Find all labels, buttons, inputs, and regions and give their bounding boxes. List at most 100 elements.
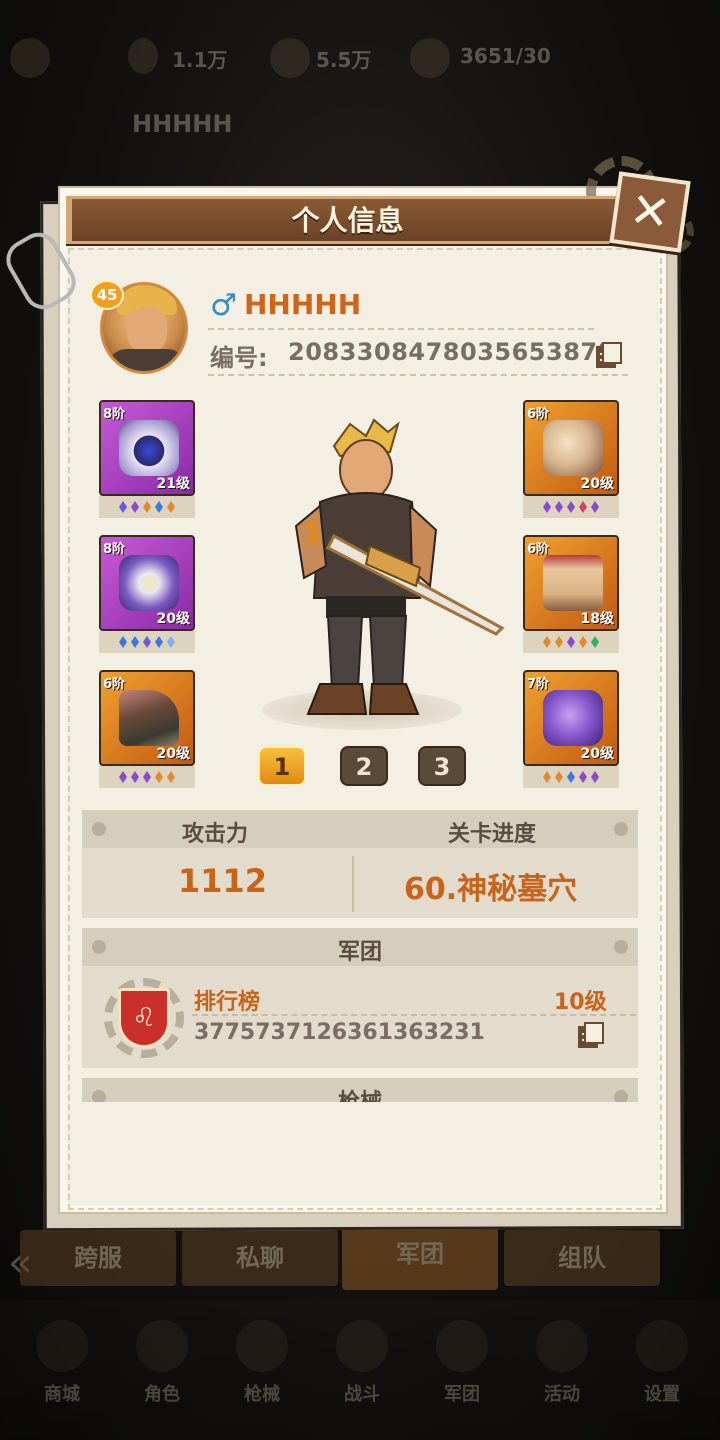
divider <box>208 328 594 330</box>
gem-row <box>523 631 619 653</box>
gem-icon <box>579 636 587 648</box>
gun-header: 枪械 <box>82 1078 638 1102</box>
legion-header: 军团 <box>82 928 638 966</box>
nav-event: 活动 <box>544 1384 580 1405</box>
bottom-nav: 商城 角色 枪械 战斗 军团 活动 设置 <box>0 1300 720 1440</box>
copy-id-icon[interactable] <box>596 342 622 368</box>
lion-shield-icon: ♌ <box>118 988 170 1048</box>
legion-header-title: 军团 <box>337 940 382 965</box>
gem-icon <box>143 771 151 783</box>
stage-value: 60.神秘墓穴 <box>404 872 578 907</box>
gun-icon <box>236 1320 288 1372</box>
equip-tier: 7阶 <box>527 677 550 692</box>
tab-team: 组队 <box>504 1230 660 1286</box>
gem-icon <box>155 771 163 783</box>
equip-slot-gauntlets[interactable]: 6阶 20级 <box>523 400 619 496</box>
equip-tier: 6阶 <box>103 677 126 692</box>
tab-private-chat: 私聊 <box>182 1230 338 1286</box>
gem-icon <box>591 501 599 513</box>
equip-tier: 6阶 <box>527 542 550 557</box>
attack-label: 攻击力 <box>182 822 249 847</box>
gem-row <box>99 766 195 788</box>
hud-res3: 3651/30 <box>460 44 551 68</box>
gem-icon <box>143 636 151 648</box>
close-icon: ✕ <box>626 181 674 243</box>
gem-icon <box>543 501 551 513</box>
gem-icon <box>591 771 599 783</box>
equip-level: 18级 <box>580 611 614 627</box>
preset-button-2[interactable]: 2 <box>340 746 388 786</box>
equip-tier: 6阶 <box>527 407 550 422</box>
gem-icon <box>579 771 587 783</box>
equip-slot-pants[interactable]: 6阶 18级 <box>523 535 619 631</box>
settings-icon <box>636 1320 688 1372</box>
nav-character: 角色 <box>144 1384 180 1405</box>
preset-button-1[interactable]: 1 <box>258 746 306 786</box>
bolt-icon <box>614 822 628 836</box>
gem-icon <box>555 501 563 513</box>
armor-icon <box>119 555 179 611</box>
nav-battle: 战斗 <box>344 1384 380 1405</box>
equip-slot-armor[interactable]: 8阶 20级 <box>99 535 195 631</box>
gem-icon <box>143 501 151 513</box>
gun-box: 枪械 <box>82 1078 638 1102</box>
equip-level: 20级 <box>156 746 190 762</box>
hud-avatar-icon <box>10 38 50 78</box>
divider <box>208 374 628 376</box>
gem-row <box>523 496 619 518</box>
bolt-icon <box>92 822 106 836</box>
gem-icon <box>567 501 575 513</box>
gem-icon <box>119 771 127 783</box>
equip-level: 20级 <box>580 746 614 762</box>
hero-character <box>294 418 505 715</box>
gem-icon <box>155 501 163 513</box>
gem-icon <box>579 501 587 513</box>
shop-icon <box>36 1320 88 1372</box>
legion-name[interactable]: 排行榜 <box>194 984 260 1016</box>
gem-icon <box>567 771 575 783</box>
equip-slot-helmet[interactable]: 8阶 21级 <box>99 400 195 496</box>
gem-icon <box>167 636 175 648</box>
pants-icon <box>543 555 603 611</box>
legion-level: 10级 <box>554 990 607 1015</box>
stamina-icon <box>410 38 450 78</box>
close-button[interactable]: ✕ <box>609 171 691 253</box>
gauntlet-icon <box>543 420 603 476</box>
gem-icon <box>155 636 163 648</box>
coin-icon <box>270 38 310 78</box>
battle-icon <box>336 1320 388 1372</box>
stats-header: 攻击力 关卡进度 <box>82 810 638 848</box>
equip-slot-gloves[interactable]: 7阶 20级 <box>523 670 619 766</box>
nav-legion: 军团 <box>444 1384 480 1405</box>
nav-gun: 枪械 <box>244 1384 280 1405</box>
chat-tabs: 跨服 私聊 军团 组队 <box>0 1226 720 1290</box>
player-id-label: 编号: <box>210 344 268 372</box>
equip-level: 20级 <box>156 611 190 627</box>
gem-row <box>523 766 619 788</box>
hud-player-name: HHHHH <box>132 110 233 138</box>
dialog-title: 个人信息 <box>291 204 404 237</box>
divider <box>192 1014 636 1016</box>
hud-res2: 5.5万 <box>316 48 372 72</box>
equip-slot-boots[interactable]: 6阶 20级 <box>99 670 195 766</box>
dialog-title-bar: 个人信息 <box>66 196 626 244</box>
equip-tier: 8阶 <box>103 407 126 422</box>
gem-icon <box>128 38 158 74</box>
gloves-icon <box>543 690 603 746</box>
male-icon: ♂ <box>210 288 237 323</box>
character-icon <box>136 1320 188 1372</box>
gem-icon <box>131 771 139 783</box>
boots-icon <box>119 690 179 746</box>
legion-id: 3775737126361363231 <box>194 1020 485 1045</box>
attack-value: 1112 <box>178 862 268 900</box>
nav-settings: 设置 <box>644 1384 680 1405</box>
equip-level: 21级 <box>156 476 190 492</box>
preset-button-3[interactable]: 3 <box>418 746 466 786</box>
tab-cross-server: 跨服 <box>20 1230 176 1286</box>
event-icon <box>536 1320 588 1372</box>
hud-res1: 1.1万 <box>172 48 228 72</box>
gem-icon <box>555 771 563 783</box>
player-id-value: 20833084780356538​78 <box>288 338 615 366</box>
copy-legion-id-icon[interactable] <box>578 1022 604 1048</box>
gem-row <box>99 496 195 518</box>
